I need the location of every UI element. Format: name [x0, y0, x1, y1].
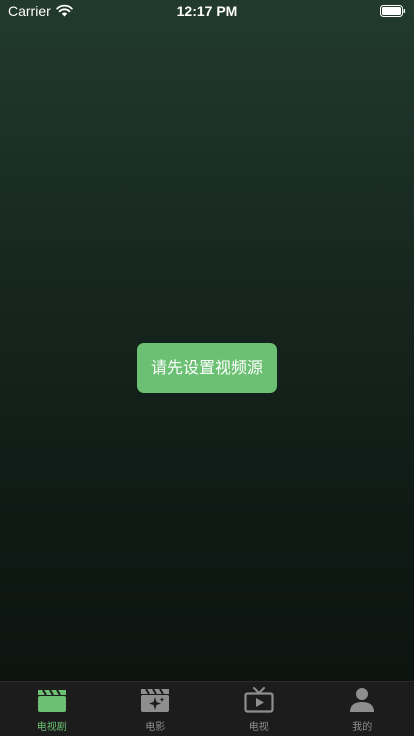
setup-video-source-button[interactable]: 请先设置视频源: [137, 343, 277, 393]
tab-profile[interactable]: 我的: [311, 682, 414, 736]
tab-movies[interactable]: 电影: [104, 682, 208, 736]
tab-label: 电视剧: [36, 722, 67, 733]
tab-tv[interactable]: 电视: [207, 682, 311, 736]
tab-label: 电影: [145, 722, 166, 733]
tab-tv-series[interactable]: 电视剧: [0, 682, 104, 736]
film-sparkle-icon: [141, 688, 170, 712]
tab-label: 我的: [352, 722, 373, 733]
app-screen: Carrier 12:17 PM 请先设置视频源 电视剧 电影 电视 我的: [0, 0, 414, 736]
tab-label: 电视: [248, 722, 269, 733]
tab-bar: 电视剧 电影 电视 我的: [0, 681, 414, 736]
battery-icon: [380, 5, 406, 17]
clapperboard-icon: [37, 689, 66, 712]
tv-play-icon: [244, 687, 274, 713]
person-icon: [350, 688, 375, 712]
status-bar: Carrier 12:17 PM: [0, 0, 414, 24]
status-time: 12:17 PM: [176, 3, 238, 19]
